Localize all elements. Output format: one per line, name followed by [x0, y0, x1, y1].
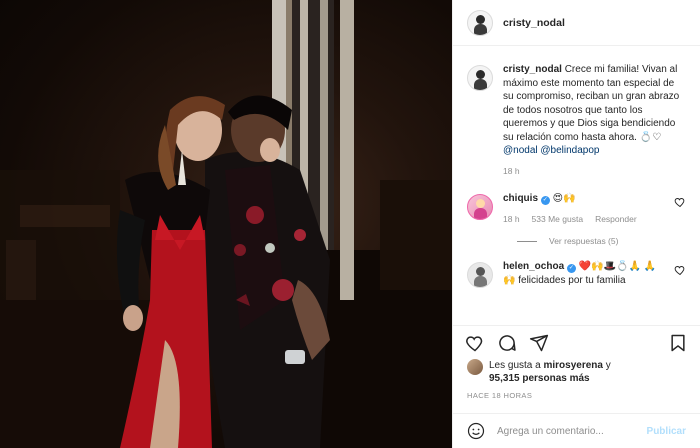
post-photo[interactable] — [0, 0, 452, 448]
avatar[interactable] — [467, 194, 493, 220]
liker-avatar[interactable] — [467, 359, 483, 375]
action-bar — [453, 325, 700, 359]
comment-item: chiquis ✓ 😍🙌 18 h 533 Me gusta Responder — [467, 192, 686, 226]
caption-text: Crece mi familia! Vivan al máximo este m… — [503, 64, 680, 143]
photo-illustration — [0, 0, 452, 448]
comment-username[interactable]: helen_ochoa — [503, 261, 564, 272]
comment-icon[interactable] — [497, 333, 517, 353]
post-comment-button[interactable]: Publicar — [647, 426, 686, 437]
caption-time[interactable]: 18 h — [503, 165, 520, 179]
likes-middle: y — [605, 360, 611, 371]
comment-time[interactable]: 18 h — [503, 213, 520, 227]
header-username[interactable]: cristy_nodal — [503, 17, 565, 29]
comment-input[interactable] — [497, 425, 647, 437]
post-header: cristy_nodal — [453, 0, 700, 46]
heart-icon[interactable] — [465, 333, 485, 353]
caption-username[interactable]: cristy_nodal — [503, 64, 562, 75]
replies-divider — [517, 240, 537, 242]
mention-nodal[interactable]: @nodal — [503, 145, 538, 156]
avatar[interactable] — [467, 262, 493, 288]
liker-username[interactable]: mirosyerena — [544, 360, 603, 371]
comment-heart-icon[interactable] — [674, 264, 686, 276]
comments-list[interactable]: cristy_nodal Crece mi familia! Vivan al … — [453, 47, 700, 325]
comment-likes[interactable]: 533 Me gusta — [532, 213, 584, 227]
caption: cristy_nodal Crece mi familia! Vivan al … — [467, 63, 686, 178]
reply-button[interactable]: Responder — [595, 213, 637, 227]
comment-username[interactable]: chiquis — [503, 193, 538, 204]
paper-plane-icon[interactable] — [529, 333, 549, 353]
verified-badge-icon: ✓ — [540, 196, 550, 205]
verified-badge-icon: ✓ — [566, 264, 576, 273]
bookmark-icon[interactable] — [668, 333, 688, 353]
likes-count[interactable]: 95,315 personas más — [489, 373, 590, 384]
view-replies-button[interactable]: Ver respuestas (5) — [517, 236, 686, 246]
post-side-panel: cristy_nodal cristy_nodal Crece mi famil… — [452, 0, 700, 448]
likes-summary: Les gusta a mirosyerena y 95,315 persona… — [467, 359, 686, 385]
post-timestamp[interactable]: HACE 18 HORAS — [467, 391, 532, 400]
smiley-icon[interactable] — [467, 422, 485, 440]
avatar[interactable] — [467, 65, 493, 91]
mention-belindapop[interactable]: @belindapop — [540, 145, 599, 156]
avatar[interactable] — [467, 9, 493, 36]
comment-item: helen_ochoa ✓ ❤️🙌🎩💍🙏 🙏🙌 felicidades por … — [467, 260, 686, 288]
comment-text: 😍🙌 — [552, 193, 576, 204]
comment-heart-icon[interactable] — [674, 196, 686, 208]
likes-prefix: Les gusta a — [489, 360, 541, 371]
add-comment-bar: Publicar — [453, 413, 700, 448]
view-replies-label: Ver respuestas (5) — [549, 236, 619, 246]
